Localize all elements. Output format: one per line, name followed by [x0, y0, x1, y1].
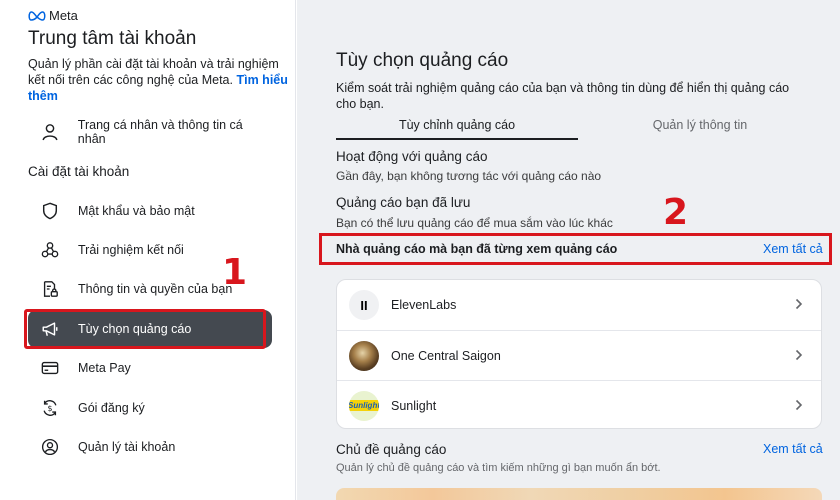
saved-ads-heading[interactable]: Quảng cáo bạn đã lưu [336, 195, 470, 210]
ad-activity-heading[interactable]: Hoạt động với quảng cáo [336, 149, 487, 164]
svg-text:$: $ [47, 403, 52, 413]
advertisers-list: II ElevenLabs One Central Saigon Sunligh… [336, 279, 822, 429]
sidebar-item-account-management[interactable]: Quản lý tài khoản [28, 428, 272, 466]
page-description: Kiểm soát trải nghiệm quảng cáo của bạn … [336, 81, 790, 111]
advertiser-name: One Central Saigon [391, 348, 501, 363]
sidebar-title: Trung tâm tài khoản [28, 28, 197, 49]
document-lock-icon [40, 279, 60, 299]
ad-topics-see-all-link[interactable]: Xem tất cả [763, 442, 823, 456]
person-icon [40, 122, 60, 142]
chevron-right-icon [795, 348, 805, 364]
advertiser-name: Sunlight [391, 398, 437, 413]
sidebar: Meta Trung tâm tài khoản Quản lý phần cà… [0, 0, 296, 500]
chevron-right-icon [795, 398, 805, 414]
advertiser-row-elevenlabs[interactable]: II ElevenLabs [337, 280, 821, 330]
annotation-number-2: 2 [663, 192, 689, 233]
shield-icon [40, 201, 60, 221]
chevron-right-icon [795, 297, 805, 313]
advertisers-heading: Nhà quảng cáo mà bạn đã từng xem quảng c… [336, 242, 618, 256]
meta-infinity-icon [28, 10, 46, 21]
sidebar-item-password-security[interactable]: Mật khẩu và bảo mật [28, 192, 272, 230]
meta-logo: Meta [28, 8, 78, 23]
saved-ads-sub: Bạn có thể lưu quảng cáo để mua sắm vào … [336, 216, 613, 230]
sidebar-item-meta-pay[interactable]: Meta Pay [28, 349, 272, 387]
subscription-icon: $ [40, 398, 60, 418]
sidebar-item-label: Mật khẩu và bảo mật [78, 204, 195, 218]
sunlight-logo-text: Sunlight [349, 400, 379, 411]
sunlight-avatar: Sunlight [349, 390, 379, 421]
sidebar-item-label: Quản lý tài khoản [78, 440, 176, 454]
ad-topics-sub: Quản lý chủ đề quảng cáo và tìm kiếm nhữ… [336, 462, 661, 474]
ad-activity-sub: Gần đây, bạn không tương tác với quảng c… [336, 169, 602, 183]
sidebar-description: Quản lý phần cài đặt tài khoản và trải n… [28, 56, 290, 104]
advertiser-row-sunlight[interactable]: Sunlight Sunlight [337, 380, 821, 430]
account-settings-heading: Cài đặt tài khoản [28, 164, 130, 179]
page-title: Tùy chọn quảng cáo [336, 50, 509, 71]
one-central-saigon-avatar [349, 340, 379, 371]
card-icon [40, 358, 60, 378]
annotation-box-1 [24, 309, 266, 349]
sidebar-item-label: Meta Pay [78, 361, 131, 375]
advertiser-row-one-central-saigon[interactable]: One Central Saigon [337, 330, 821, 380]
sidebar-item-label: Gói đăng ký [78, 401, 145, 415]
account-circle-icon [40, 437, 60, 457]
tab-manage-info[interactable]: Quản lý thông tin [580, 118, 820, 140]
connected-icon [40, 240, 60, 260]
annotation-number-1: 1 [222, 252, 248, 293]
sidebar-item-subscriptions[interactable]: $ Gói đăng ký [28, 389, 272, 427]
advertiser-name: ElevenLabs [391, 298, 457, 312]
meta-logo-text: Meta [49, 8, 78, 23]
sidebar-item-label: Trang cá nhân và thông tin cá nhân [77, 118, 243, 146]
advertisers-see-all-link[interactable]: Xem tất cả [763, 242, 823, 256]
elevenlabs-avatar: II [349, 290, 379, 320]
ad-topics-preview[interactable] [336, 488, 822, 500]
elevenlabs-logo-text: II [360, 297, 368, 313]
tab-customize-ads[interactable]: Tùy chỉnh quảng cáo [336, 118, 578, 140]
sidebar-item-profile[interactable]: Trang cá nhân và thông tin cá nhân [28, 113, 272, 151]
sidebar-item-label: Trải nghiệm kết nối [78, 243, 184, 257]
sidebar-item-label: Thông tin và quyền của bạn [78, 282, 233, 296]
ad-topics-heading: Chủ đề quảng cáo [336, 442, 447, 457]
